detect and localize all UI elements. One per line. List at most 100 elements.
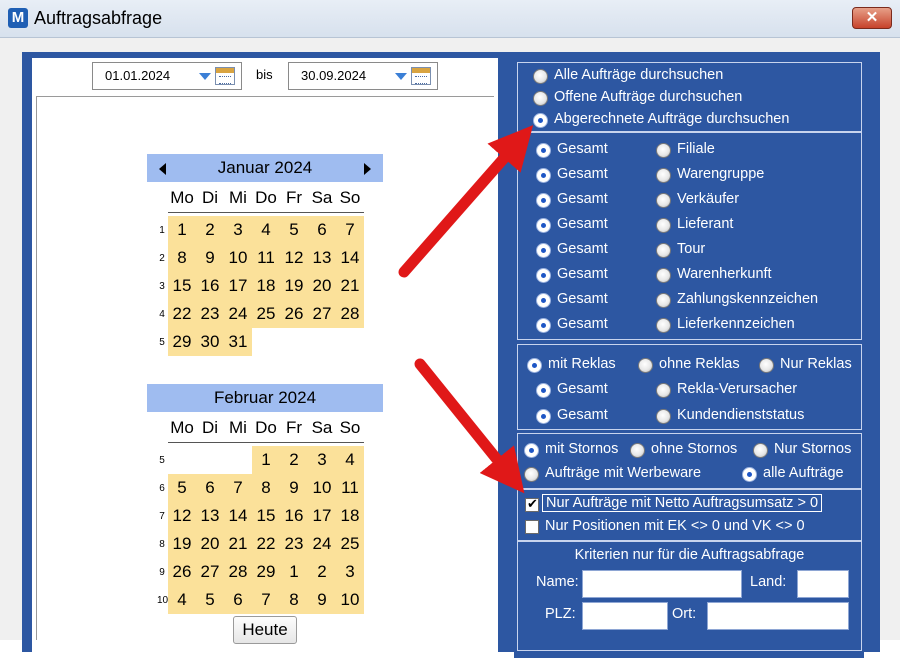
filter-radio-option[interactable] xyxy=(656,143,671,158)
calendar-day[interactable]: 26 xyxy=(280,300,308,328)
date-to-field[interactable]: 30.09.2024 xyxy=(288,62,438,90)
calendar-day[interactable]: 2 xyxy=(196,216,224,244)
filter-radio-gesamt[interactable] xyxy=(536,293,551,308)
calendar-day[interactable]: 28 xyxy=(224,558,252,586)
name-input[interactable] xyxy=(582,570,742,598)
calendar-day[interactable]: 30 xyxy=(196,328,224,356)
chevron-down-icon[interactable] xyxy=(395,73,407,80)
calendar-icon[interactable] xyxy=(215,67,235,85)
calendar-day[interactable]: 5 xyxy=(196,586,224,614)
calendar-day[interactable]: 25 xyxy=(252,300,280,328)
calendar-day[interactable]: 9 xyxy=(196,244,224,272)
calendar-day[interactable]: 8 xyxy=(168,244,196,272)
calendar-day[interactable]: 5 xyxy=(168,474,196,502)
land-input[interactable] xyxy=(797,570,849,598)
calendar-day[interactable]: 7 xyxy=(336,216,364,244)
calendar-day[interactable]: 24 xyxy=(308,530,336,558)
rekla-mode-radio[interactable] xyxy=(759,358,774,373)
calendar-day[interactable]: 10 xyxy=(224,244,252,272)
calendar-day[interactable]: 11 xyxy=(336,474,364,502)
storno-mode-radio[interactable] xyxy=(524,443,539,458)
close-button[interactable]: ✕ xyxy=(852,7,892,29)
calendar-day[interactable]: 22 xyxy=(168,300,196,328)
calendar-day[interactable]: 9 xyxy=(280,474,308,502)
werbe-radio[interactable] xyxy=(524,467,539,482)
calendar-day[interactable]: 25 xyxy=(336,530,364,558)
calendar-day[interactable]: 3 xyxy=(336,558,364,586)
filter-radio-option[interactable] xyxy=(656,168,671,183)
calendar-day[interactable]: 6 xyxy=(308,216,336,244)
scope-radio[interactable] xyxy=(533,113,548,128)
filter-radio-gesamt[interactable] xyxy=(536,318,551,333)
filter-radio-option[interactable] xyxy=(656,218,671,233)
calendar-day[interactable]: 24 xyxy=(224,300,252,328)
filter-radio-gesamt[interactable] xyxy=(536,143,551,158)
filter-radio-option[interactable] xyxy=(656,293,671,308)
calendar-day[interactable]: 6 xyxy=(224,586,252,614)
calendar-day[interactable]: 19 xyxy=(168,530,196,558)
calendar-day[interactable]: 17 xyxy=(224,272,252,300)
calendar-day[interactable]: 2 xyxy=(308,558,336,586)
calendar-day[interactable]: 23 xyxy=(196,300,224,328)
calendar-day[interactable]: 29 xyxy=(168,328,196,356)
calendar-icon[interactable] xyxy=(411,67,431,85)
calendar-day[interactable]: 18 xyxy=(336,502,364,530)
calendar-day[interactable]: 14 xyxy=(224,502,252,530)
calendar-day[interactable]: 1 xyxy=(168,216,196,244)
calendar-day[interactable]: 3 xyxy=(308,446,336,474)
filter-checkbox[interactable] xyxy=(525,496,539,512)
filter-radio-option[interactable] xyxy=(656,268,671,283)
calendar-day[interactable]: 27 xyxy=(308,300,336,328)
calendar-day[interactable]: 27 xyxy=(196,558,224,586)
calendar-day[interactable]: 5 xyxy=(280,216,308,244)
next-month-icon[interactable] xyxy=(364,163,371,175)
filter-radio-option[interactable] xyxy=(656,318,671,333)
rekla-radio-gesamt[interactable] xyxy=(536,409,551,424)
ort-input[interactable] xyxy=(707,602,849,630)
filter-radio-gesamt[interactable] xyxy=(536,218,551,233)
calendar-day[interactable]: 21 xyxy=(336,272,364,300)
scope-radio[interactable] xyxy=(533,69,548,84)
calendar-day[interactable]: 13 xyxy=(308,244,336,272)
filter-checkbox[interactable] xyxy=(525,520,539,534)
calendar-day[interactable]: 19 xyxy=(280,272,308,300)
calendar-day[interactable]: 1 xyxy=(252,446,280,474)
calendar-day[interactable]: 31 xyxy=(224,328,252,356)
rekla-mode-radio[interactable] xyxy=(638,358,653,373)
calendar-day[interactable]: 3 xyxy=(224,216,252,244)
calendar-day[interactable]: 6 xyxy=(196,474,224,502)
filter-radio-gesamt[interactable] xyxy=(536,268,551,283)
calendar-day[interactable]: 7 xyxy=(252,586,280,614)
calendar-day[interactable]: 12 xyxy=(168,502,196,530)
plz-input[interactable] xyxy=(582,602,668,630)
calendar-day[interactable]: 16 xyxy=(196,272,224,300)
filter-radio-gesamt[interactable] xyxy=(536,243,551,258)
filter-radio-gesamt[interactable] xyxy=(536,193,551,208)
calendar-day[interactable]: 22 xyxy=(252,530,280,558)
calendar-day[interactable]: 10 xyxy=(308,474,336,502)
calendar-day[interactable]: 21 xyxy=(224,530,252,558)
prev-month-icon[interactable] xyxy=(159,163,166,175)
calendar-day[interactable]: 9 xyxy=(308,586,336,614)
calendar-day[interactable]: 8 xyxy=(280,586,308,614)
rekla-mode-radio[interactable] xyxy=(527,358,542,373)
calendar-day[interactable]: 2 xyxy=(280,446,308,474)
date-from-field[interactable]: 01.01.2024 xyxy=(92,62,242,90)
calendar-day[interactable]: 15 xyxy=(252,502,280,530)
calendar-day[interactable]: 15 xyxy=(168,272,196,300)
calendar-day[interactable]: 8 xyxy=(252,474,280,502)
calendar-day[interactable]: 26 xyxy=(168,558,196,586)
calendar-day[interactable]: 16 xyxy=(280,502,308,530)
rekla-radio-gesamt[interactable] xyxy=(536,383,551,398)
calendar-day[interactable]: 11 xyxy=(252,244,280,272)
calendar-day[interactable]: 1 xyxy=(280,558,308,586)
calendar-day[interactable]: 4 xyxy=(168,586,196,614)
filter-radio-option[interactable] xyxy=(656,243,671,258)
calendar-day[interactable]: 18 xyxy=(252,272,280,300)
storno-mode-radio[interactable] xyxy=(753,443,768,458)
rekla-radio-option[interactable] xyxy=(656,383,671,398)
rekla-radio-option[interactable] xyxy=(656,409,671,424)
calendar-day[interactable]: 20 xyxy=(196,530,224,558)
calendar-day[interactable]: 10 xyxy=(336,586,364,614)
calendar-day[interactable]: 13 xyxy=(196,502,224,530)
